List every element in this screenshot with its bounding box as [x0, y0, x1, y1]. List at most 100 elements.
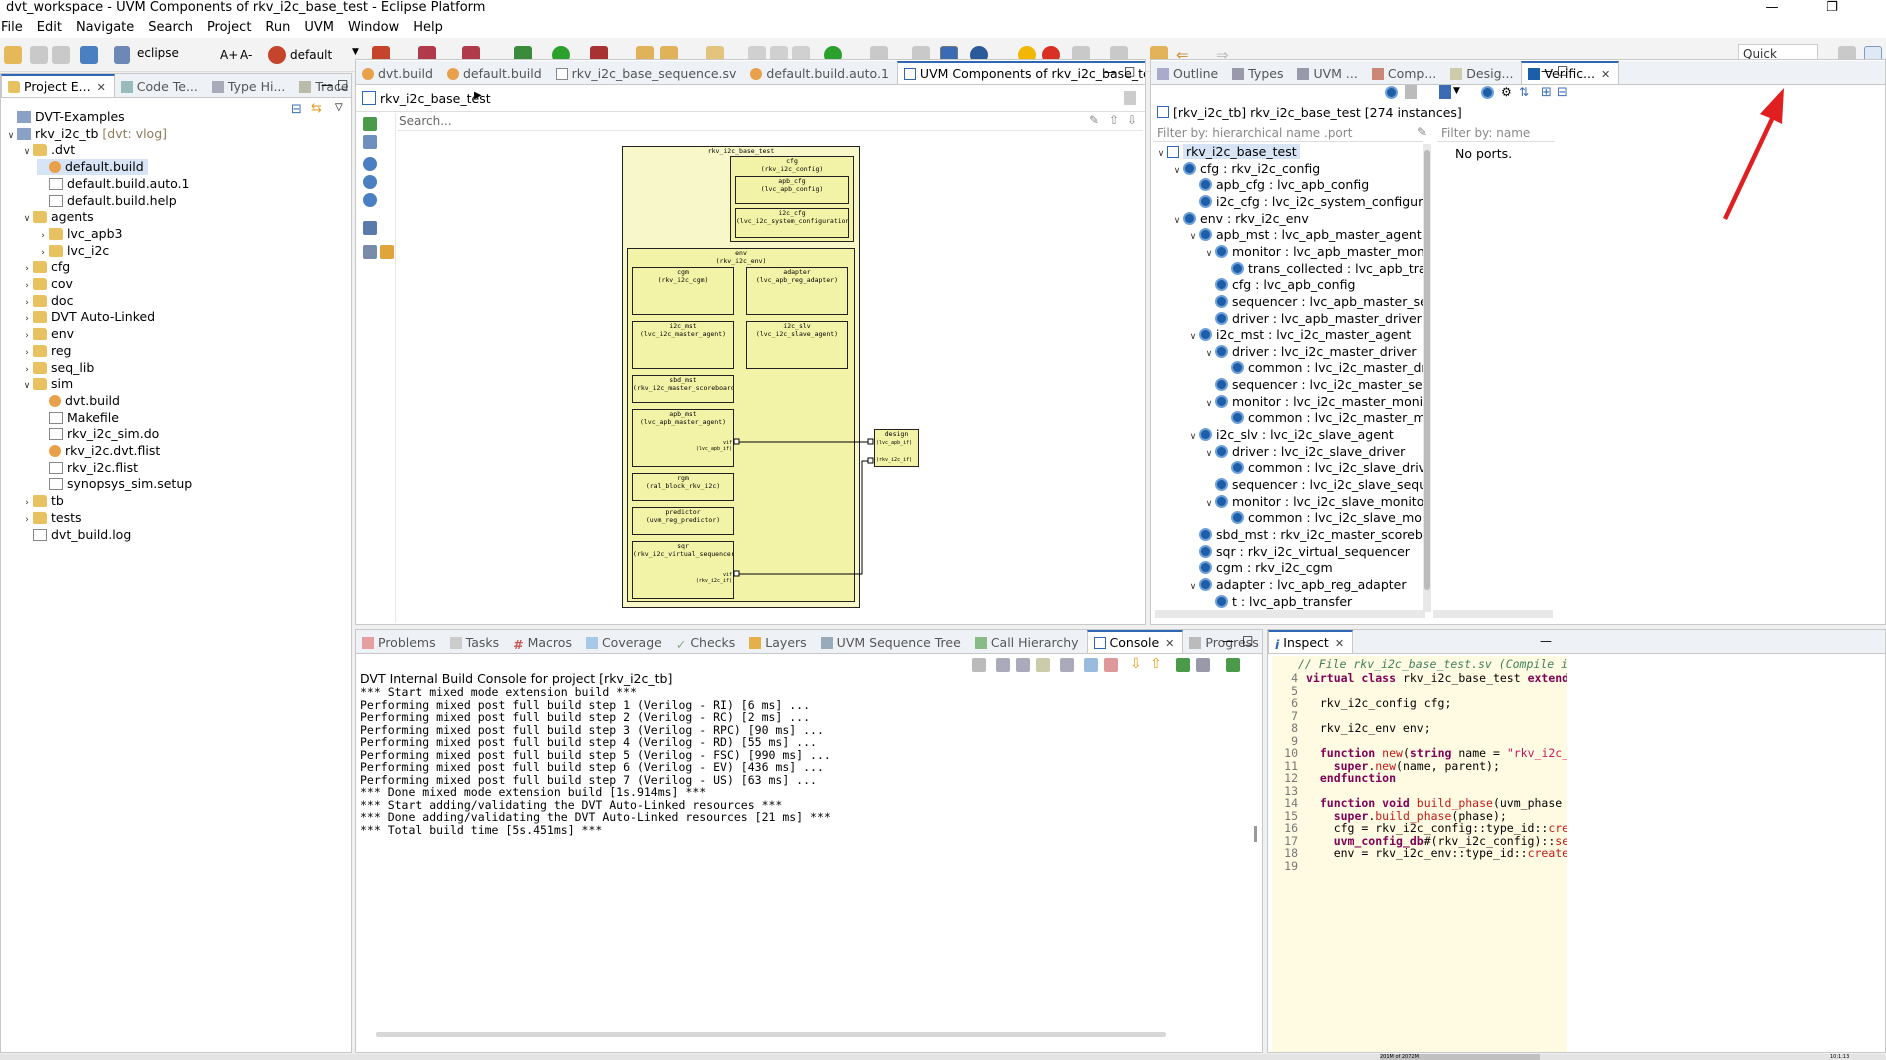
menu-project[interactable]: Project — [200, 18, 258, 38]
remove-launch-icon[interactable] — [996, 658, 1010, 672]
tree-item[interactable]: ∨ .dvt — [21, 142, 76, 158]
chevron-down-icon[interactable]: ∨ — [1203, 496, 1215, 512]
menu-run[interactable]: Run — [258, 18, 297, 38]
tab-uvm[interactable]: UVM ... — [1291, 63, 1365, 84]
menu-help[interactable]: Help — [406, 18, 450, 38]
tree-item[interactable]: › doc — [21, 293, 73, 309]
hierarchy-item[interactable]: ∨ apb_mst : lvc_apb_master_agent — [1187, 227, 1422, 243]
restore-icon[interactable]: ❐ — [1812, 0, 1852, 18]
tree-item[interactable]: dvt.build — [37, 393, 120, 409]
menu-edit[interactable]: Edit — [30, 18, 69, 38]
hierarchy-item[interactable]: driver : lvc_apb_master_driver — [1203, 311, 1422, 327]
hierarchy-item[interactable]: common : lvc_i2c_master_driver_co — [1219, 360, 1431, 376]
menu-search[interactable]: Search — [141, 18, 200, 38]
tab-project-explorer[interactable]: Project E... ✕ — [1, 74, 115, 97]
menu-window[interactable]: Window — [341, 18, 406, 38]
maximize-view-icon[interactable]: □ — [337, 77, 348, 91]
remove-all-icon[interactable] — [1016, 658, 1030, 672]
minimize-icon[interactable]: — — [1752, 0, 1792, 18]
collapse-all-icon[interactable]: ⊟ — [1557, 85, 1568, 100]
tab-call-hierarchy[interactable]: Call Hierarchy — [969, 632, 1087, 653]
hierarchy-item[interactable]: ∨ driver : lvc_i2c_slave_driver — [1203, 444, 1406, 460]
hierarchy-item[interactable]: cfg : lvc_apb_config — [1203, 277, 1355, 293]
show-ports-icon[interactable]: ⚙ — [1501, 85, 1512, 99]
tab-checks[interactable]: ✓ Checks — [670, 632, 743, 653]
menu-uvm[interactable]: UVM — [297, 18, 341, 38]
tree-item[interactable]: › lvc_i2c — [37, 243, 109, 259]
hierarchy-item[interactable]: ∨ cfg : rkv_i2c_config — [1171, 161, 1321, 179]
console-hscrollbar[interactable] — [376, 1032, 1166, 1037]
menu-navigate[interactable]: Navigate — [69, 18, 141, 38]
tab-problems[interactable]: Problems — [356, 632, 444, 653]
expand-all-icon[interactable]: ⊞ — [1541, 85, 1552, 100]
chevron-right-icon[interactable]: › — [21, 362, 33, 378]
heap-status[interactable]: 201M of 2072M — [1380, 1054, 1540, 1060]
hierarchy-item[interactable]: ∨ i2c_slv : lvc_i2c_slave_agent — [1187, 427, 1394, 443]
hierarchy-item[interactable]: cgm : rkv_i2c_cgm — [1187, 560, 1333, 576]
chevron-down-icon[interactable]: ∨ — [1203, 396, 1215, 412]
chevron-down-icon[interactable]: ∨ — [21, 211, 33, 227]
tab-coverage[interactable]: Coverage — [580, 632, 670, 653]
tab-code-templates[interactable]: Code Te... — [115, 76, 206, 97]
chevron-right-icon[interactable]: › — [21, 495, 33, 511]
chevron-right-icon[interactable]: › — [21, 311, 33, 327]
chevron-down-icon[interactable]: ∨ — [1155, 146, 1167, 162]
hierarchy-item[interactable]: ∨ driver : lvc_i2c_master_driver — [1203, 344, 1417, 360]
build-config-select[interactable]: default — [290, 48, 332, 62]
font-decrease-icon[interactable]: A- — [240, 48, 252, 62]
maximize-view-icon[interactable]: □ — [1242, 633, 1253, 647]
chevron-right-icon[interactable]: › — [37, 245, 49, 261]
tab-types[interactable]: Types — [1226, 63, 1291, 84]
chevron-right-icon[interactable]: › — [21, 261, 33, 277]
tree-item[interactable]: ∨ sim — [21, 376, 73, 392]
arrow-up-icon[interactable]: ⇧ — [1150, 656, 1162, 672]
console-scroll-thumb[interactable] — [1254, 826, 1257, 842]
font-increase-icon[interactable]: A+ — [220, 48, 238, 62]
build-config-icon[interactable] — [268, 46, 286, 64]
chevron-right-icon[interactable]: › — [21, 345, 33, 361]
sort-icon[interactable]: ⇅ — [1519, 85, 1529, 99]
hierarchy-item[interactable]: i2c_cfg : lvc_i2c_system_configuration — [1187, 194, 1431, 210]
maximize-view-icon[interactable]: □ — [1557, 63, 1568, 77]
minimize-view-icon[interactable]: — — [1222, 634, 1234, 648]
tab-console[interactable]: Console ✕ — [1086, 630, 1184, 653]
ports-filter-input[interactable]: Filter by: name — [1437, 124, 1555, 142]
display-console-icon[interactable] — [1196, 658, 1210, 672]
perspective-select[interactable]: eclipse — [132, 44, 202, 64]
chevron-right-icon[interactable]: › — [21, 278, 33, 294]
tree-item[interactable]: › reg — [21, 343, 71, 361]
minimize-view-icon[interactable]: — — [1540, 634, 1552, 648]
chevron-down-icon[interactable]: ∨ — [1187, 229, 1199, 245]
tab-tasks[interactable]: Tasks — [444, 632, 508, 653]
chevron-down-icon[interactable]: ∨ — [1171, 163, 1183, 179]
tree-item[interactable]: › tb — [21, 493, 64, 509]
tab-design[interactable]: Desig... — [1444, 63, 1521, 84]
tree-item[interactable]: rkv_i2c.flist — [37, 460, 138, 476]
close-icon[interactable]: ✕ — [1165, 637, 1174, 650]
console-output[interactable]: *** Start mixed mode extension build ***… — [356, 686, 1256, 1026]
tab-inspect[interactable]: i Inspect ✕ — [1268, 630, 1354, 653]
hierarchy-item[interactable]: ∨ env : rkv_i2c_env — [1171, 211, 1309, 227]
save-all-icon[interactable] — [52, 46, 70, 64]
tree-item[interactable]: rkv_i2c.dvt.flist — [37, 443, 160, 459]
tree-item[interactable]: default.build — [37, 159, 148, 176]
perspective-icon[interactable] — [114, 46, 130, 64]
pin-console-icon[interactable] — [1176, 658, 1190, 672]
chevron-down-icon[interactable]: ▼ — [1453, 86, 1460, 96]
terminate-icon[interactable] — [972, 658, 986, 672]
menu-file[interactable]: File — [0, 18, 30, 38]
close-icon[interactable]: ✕ — [1601, 68, 1610, 81]
minimize-view-icon[interactable]: — — [321, 78, 333, 92]
chevron-down-icon[interactable]: ∨ — [1187, 579, 1199, 595]
ports-hscrollbar[interactable] — [1433, 610, 1553, 618]
tab-components[interactable]: Comp... — [1366, 63, 1444, 84]
close-icon[interactable]: ✕ — [1335, 637, 1344, 650]
hierarchy-item[interactable]: ∨ monitor : lvc_i2c_master_monitor — [1203, 394, 1431, 410]
terminal-icon[interactable] — [80, 46, 98, 64]
chevron-down-icon[interactable]: ∨ — [5, 128, 17, 144]
arrow-down-icon[interactable]: ⇩ — [1130, 656, 1142, 672]
inspect-code[interactable]: // File rkv_i2c_base_test.sv (Compile in… — [1272, 656, 1567, 1052]
show-components-icon[interactable] — [1481, 86, 1494, 99]
hierarchy-item[interactable]: sbd_mst : rkv_i2c_master_scoreboard — [1187, 527, 1431, 543]
hierarchy-item[interactable]: sqr : rkv_i2c_virtual_sequencer — [1187, 544, 1410, 560]
